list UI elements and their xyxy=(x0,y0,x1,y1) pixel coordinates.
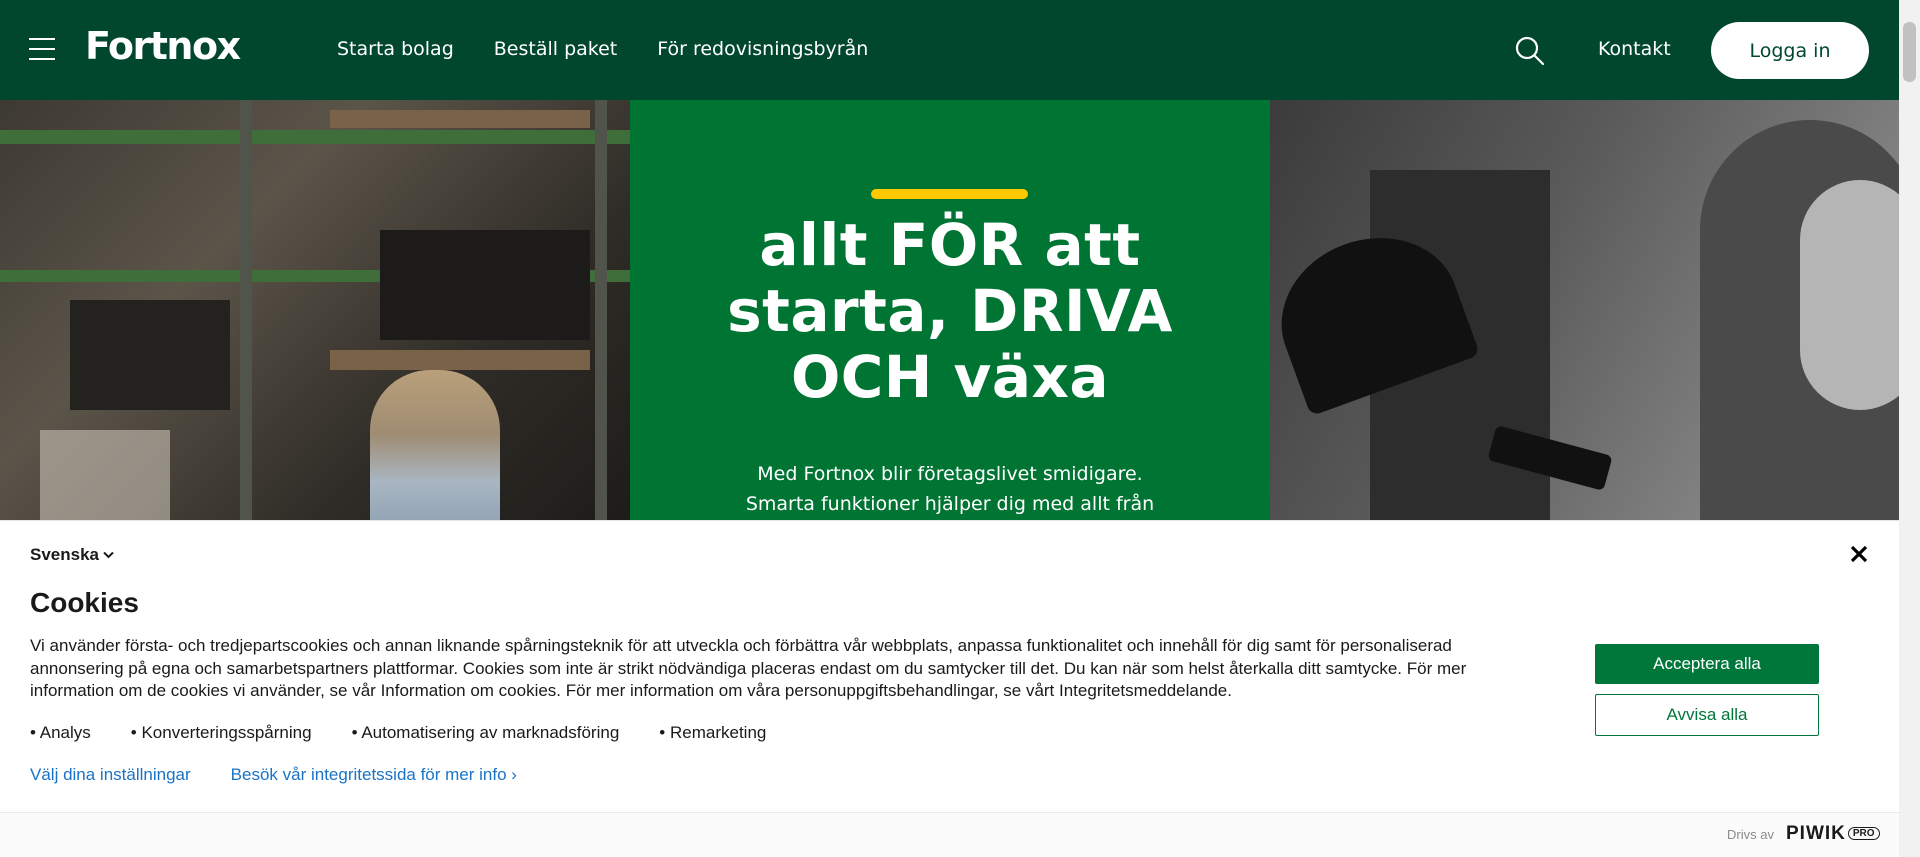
accent-bar xyxy=(871,189,1028,199)
close-icon[interactable] xyxy=(1848,543,1870,565)
powered-by-label: Drivs av xyxy=(1727,827,1774,842)
cookie-description: Vi använder första- och tredjepartscooki… xyxy=(30,636,1467,700)
main-nav: Starta bolag Beställ paket För redovisni… xyxy=(337,38,868,60)
hero-section: allt FÖR att starta, DRIVA OCH växa Med … xyxy=(0,100,1899,520)
menu-icon[interactable] xyxy=(29,38,55,60)
cookie-links: Välj dina inställningar Besök vår integr… xyxy=(30,765,517,785)
accept-all-button[interactable]: Acceptera alla xyxy=(1595,644,1819,684)
hero-green-panel: allt FÖR att starta, DRIVA OCH växa Med … xyxy=(630,100,1270,520)
piwik-pro-logo[interactable]: PIWIK PRO xyxy=(1786,823,1880,845)
warehouse-photo xyxy=(0,100,630,520)
cookie-title: Cookies xyxy=(30,587,139,618)
fortnox-logo[interactable]: Fortnox xyxy=(85,24,241,68)
settings-link[interactable]: Välj dina inställningar xyxy=(30,765,191,785)
nav-starta-bolag[interactable]: Starta bolag xyxy=(337,38,454,60)
search-icon[interactable] xyxy=(1514,35,1546,67)
reject-all-button[interactable]: Avvisa alla xyxy=(1595,694,1819,736)
purpose-item: Automatisering av marknadsföring xyxy=(352,723,619,743)
privacy-link[interactable]: Besök vår integritetssida för mer info › xyxy=(231,765,517,785)
office-photo xyxy=(1270,100,1899,520)
site-header: Fortnox Starta bolag Beställ paket För r… xyxy=(0,0,1899,100)
chevron-down-icon xyxy=(103,551,114,559)
contact-link[interactable]: Kontakt xyxy=(1598,38,1671,60)
cookie-purposes: Analys Konverteringsspårning Automatiser… xyxy=(30,723,767,743)
scrollbar-thumb[interactable] xyxy=(1903,22,1916,82)
powered-by-bar: Drivs av PIWIK PRO xyxy=(0,812,1899,857)
purpose-item: Remarketing xyxy=(659,723,766,743)
nav-redovisningsbyran[interactable]: För redovisningsbyrån xyxy=(657,38,868,60)
purpose-item: Konverteringsspårning xyxy=(131,723,311,743)
login-button[interactable]: Logga in xyxy=(1711,22,1869,79)
nav-bestall-paket[interactable]: Beställ paket xyxy=(494,38,617,60)
language-select[interactable]: Svenska xyxy=(30,545,114,565)
hero-description: Med Fortnox blir företagslivet smidigare… xyxy=(745,463,1155,515)
hero-title: allt FÖR att starta, DRIVA OCH växa xyxy=(727,211,1173,411)
purpose-item: Analys xyxy=(30,723,91,743)
cookie-banner: Svenska Cookies Vi använder första- och … xyxy=(0,520,1899,812)
page-scrollbar[interactable] xyxy=(1899,0,1920,857)
